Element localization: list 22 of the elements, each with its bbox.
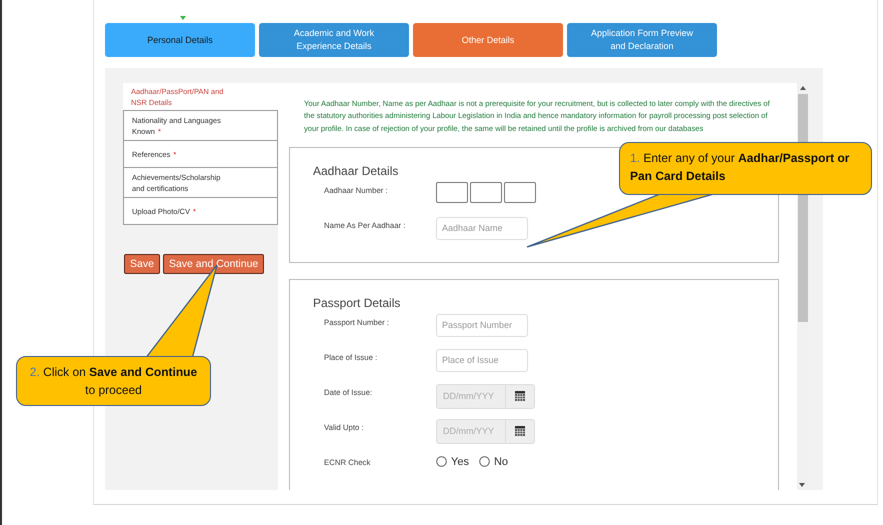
calendar-icon[interactable] <box>515 426 525 436</box>
radio-option[interactable]: Yes <box>436 456 469 468</box>
section-title: Passport Details <box>313 296 400 310</box>
instruction-tooltip: 2. Click on Save and Continue to proceed <box>16 356 211 406</box>
digit-box[interactable] <box>504 182 536 203</box>
calendar-button[interactable] <box>506 384 535 409</box>
instruction-tooltip: 1. Enter any of your Aadhar/Passport or Pan Card Details <box>619 142 872 195</box>
section-title: Aadhaar Details <box>313 164 398 178</box>
digit-box[interactable] <box>436 182 468 203</box>
text-field[interactable]: Aadhaar Name <box>436 216 528 240</box>
text-field[interactable]: Passport Number <box>436 314 528 337</box>
scroll-up-icon[interactable] <box>800 86 806 90</box>
step-tab[interactable]: Personal Details <box>105 23 255 57</box>
radio-circle-icon[interactable] <box>436 456 447 468</box>
radio-circle-icon[interactable] <box>478 456 490 468</box>
digit-box[interactable] <box>470 182 502 203</box>
scroll-down-icon[interactable] <box>799 483 805 487</box>
radio-option[interactable]: No <box>478 456 508 468</box>
text-field[interactable]: Place of Issue <box>436 348 528 372</box>
calendar-button[interactable] <box>506 418 535 444</box>
calendar-icon[interactable] <box>515 391 525 402</box>
marker-icon <box>180 16 186 20</box>
